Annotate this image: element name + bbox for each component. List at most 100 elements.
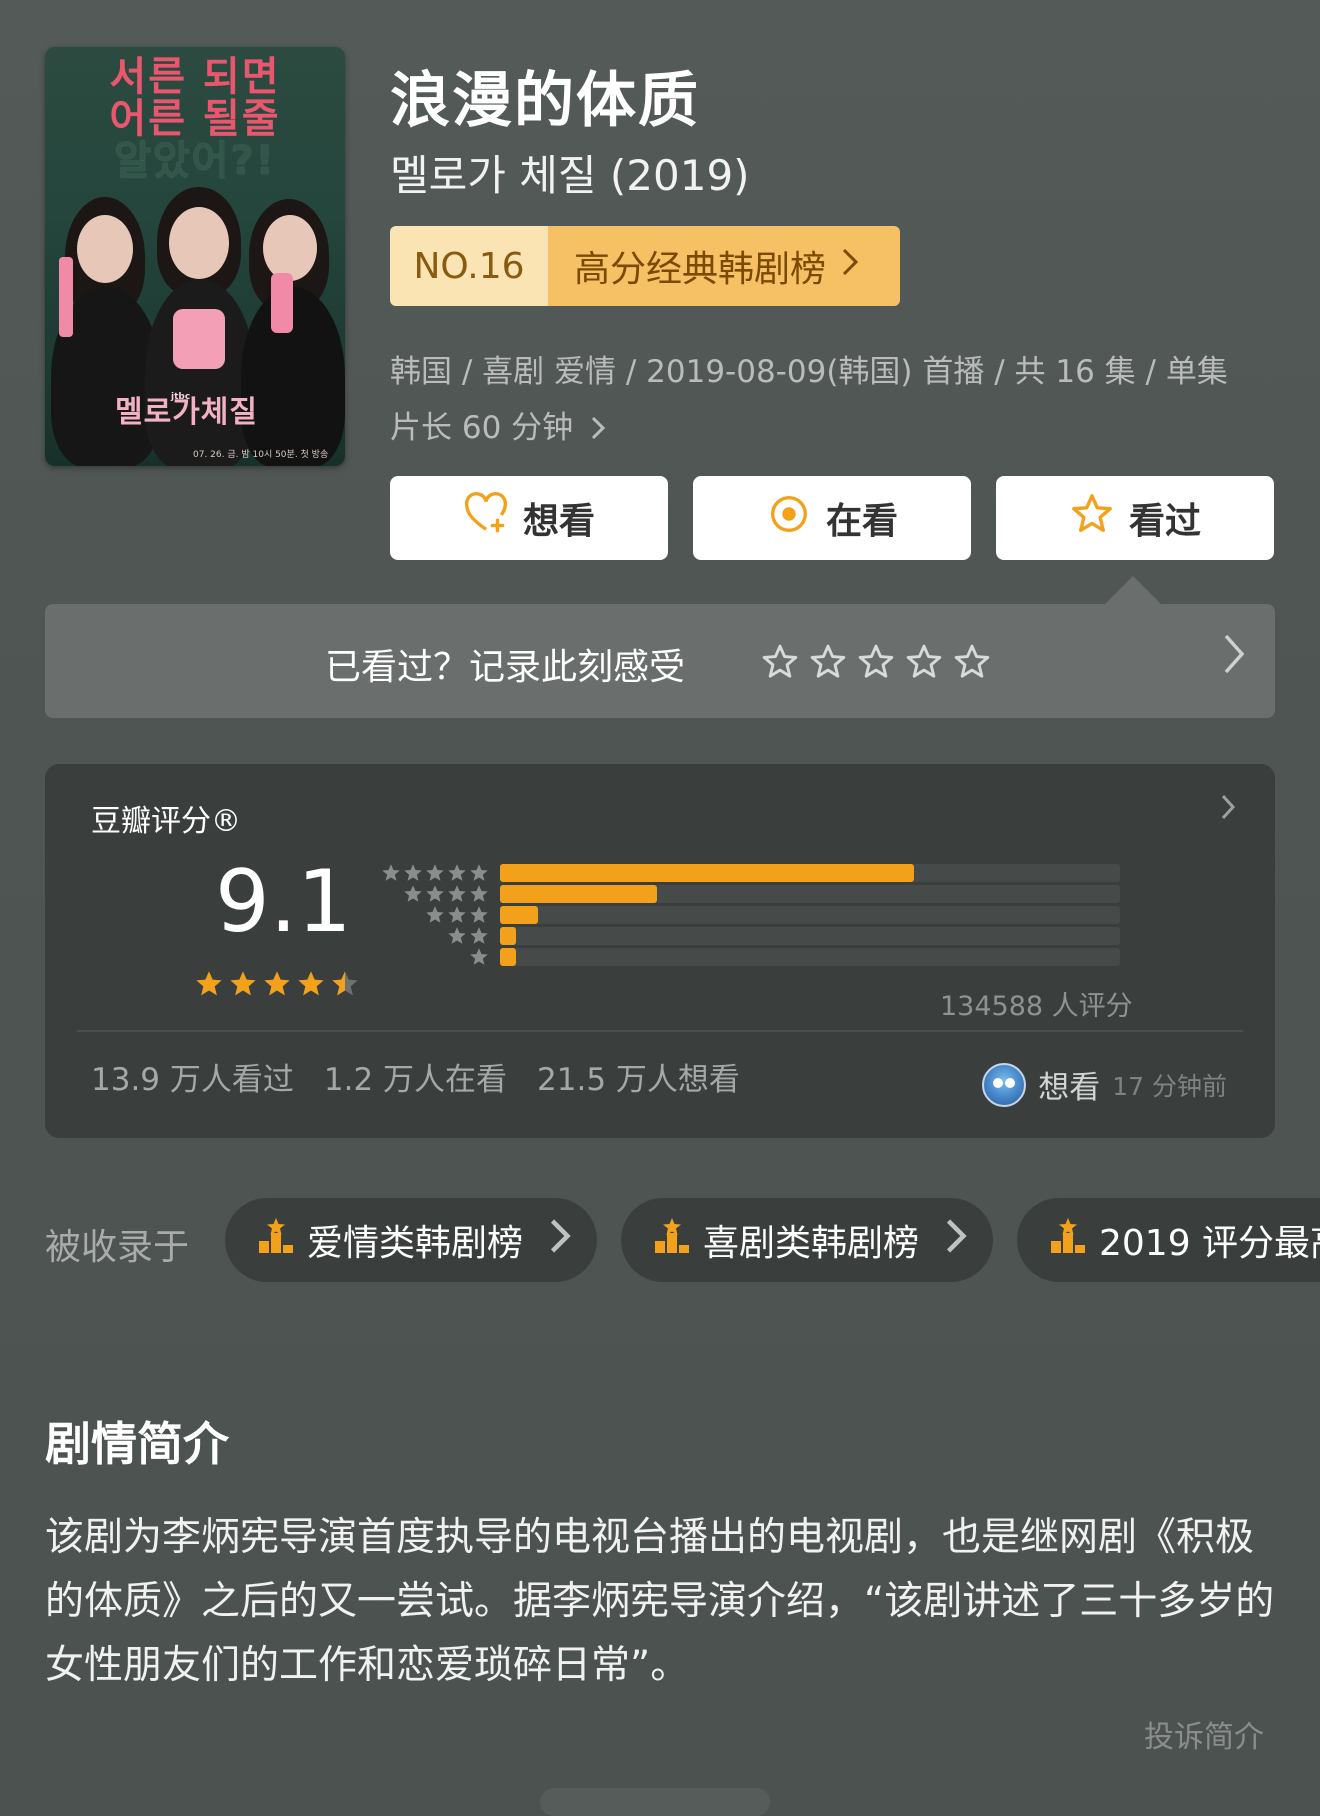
- activity-label: 想看: [1038, 1070, 1101, 1106]
- rate-prompt-bar[interactable]: 已看过？记录此刻感受: [45, 604, 1275, 718]
- poster-air-date: 07. 26. 금. 밤 10시 50분. 첫 방송: [193, 450, 329, 460]
- distribution-bar: [500, 948, 517, 966]
- activity-time: 17 分钟前: [1112, 1071, 1227, 1101]
- synopsis-title: 剧情简介: [45, 1417, 229, 1471]
- poster-figure-face: [263, 215, 317, 281]
- bubble-pointer: [1105, 576, 1161, 604]
- rate-stars[interactable]: [760, 642, 992, 682]
- star-filled-icon: [298, 971, 324, 996]
- distribution-bar: [500, 927, 517, 945]
- poster-image[interactable]: 서른 되면 어른 될줄 알았어?! jtbc 멜로가체질 07. 26. 금. …: [45, 47, 345, 466]
- chevron-right-icon: [1219, 790, 1237, 831]
- meta-line-1: 韩国 / 喜剧 爱情 / 2019-08-09(韩国) 首播 / 共 16 集 …: [390, 354, 1228, 390]
- target-icon: [766, 491, 812, 546]
- poster-tagline-3: 알았어?!: [114, 138, 276, 184]
- poster-pink-bottle: [271, 273, 293, 333]
- report-synopsis-link[interactable]: 投诉简介: [1144, 1712, 1264, 1756]
- star-half-icon: [332, 971, 358, 996]
- rank-number: NO.16: [390, 226, 548, 306]
- star-small-icon: [426, 864, 444, 881]
- star-small-icon: [470, 906, 488, 923]
- distribution-track: [500, 906, 1120, 924]
- star-outline-icon[interactable]: [904, 642, 944, 682]
- chevron-right-icon: [935, 1215, 977, 1266]
- chevron-right-icon: [840, 246, 860, 287]
- want-count: 21.5 万人想看: [537, 1062, 740, 1098]
- star-small-icon: [470, 948, 488, 965]
- collections-label: 被收录于: [45, 1227, 190, 1268]
- star-small-icon: [382, 864, 400, 881]
- distribution-row: [380, 883, 1120, 905]
- watch-stats: 13.9 万人看过 1.2 万人在看 21.5 万人想看: [91, 1054, 740, 1099]
- distribution-bar: [500, 885, 657, 903]
- meta-duration: 片长 60 分钟: [390, 410, 574, 446]
- distribution-track: [500, 927, 1120, 945]
- watched-label: 看过: [1128, 501, 1201, 542]
- want-to-watch-button[interactable]: 想看: [390, 476, 668, 560]
- star-small-icon: [470, 864, 488, 881]
- distribution-track: [500, 948, 1120, 966]
- rating-stars: [193, 968, 361, 1000]
- star-outline-icon[interactable]: [808, 642, 848, 682]
- collection-chip[interactable]: 喜剧类韩剧榜: [621, 1198, 993, 1282]
- ranking-icon: [255, 1215, 297, 1266]
- distribution-track: [500, 864, 1120, 882]
- star-outline-icon[interactable]: [760, 642, 800, 682]
- distribution-star-group: [446, 925, 490, 947]
- divider: [77, 1030, 1243, 1032]
- star-filled-icon: [230, 971, 256, 996]
- star-outline-icon[interactable]: [856, 642, 896, 682]
- poster-pink-gun: [59, 257, 73, 337]
- watched-button[interactable]: 看过: [996, 476, 1274, 560]
- star-small-icon: [404, 885, 422, 902]
- rater-count: 134588 人评分: [940, 991, 1133, 1022]
- ranking-icon: [1047, 1215, 1089, 1266]
- distribution-star-group: [402, 883, 490, 905]
- star-small-icon: [426, 885, 444, 902]
- original-title: 멜로가 체질 (2019): [390, 151, 750, 200]
- recent-activity[interactable]: 想看 17 分钟前: [982, 1062, 1227, 1107]
- watched-count: 13.9 万人看过: [91, 1062, 294, 1098]
- poster-figure-body: [241, 287, 345, 466]
- collection-chip[interactable]: 2019 评分最高: [1017, 1198, 1320, 1282]
- distribution-track: [500, 885, 1120, 903]
- rank-badge[interactable]: NO.16 高分经典韩剧榜: [390, 226, 900, 306]
- distribution-star-group: [380, 862, 490, 884]
- poster-figure-face: [77, 215, 133, 283]
- collection-name: 2019 评分最高: [1099, 1223, 1320, 1264]
- watching-count: 1.2 万人在看: [323, 1062, 508, 1098]
- watching-button[interactable]: 在看: [693, 476, 971, 560]
- chevron-right-icon: [539, 1215, 581, 1266]
- distribution-bar: [500, 906, 539, 924]
- meta-info[interactable]: 韩国 / 喜剧 爱情 / 2019-08-09(韩国) 首播 / 共 16 集 …: [390, 344, 1270, 456]
- poster-figure-body: [145, 279, 255, 466]
- collection-chip[interactable]: 爱情类韩剧榜: [225, 1198, 597, 1282]
- star-outline-icon[interactable]: [952, 642, 992, 682]
- meta-line-2: 片长 60 分钟: [390, 400, 1270, 456]
- star-small-icon: [426, 906, 444, 923]
- want-to-watch-label: 想看: [522, 501, 595, 542]
- star-small-icon: [448, 906, 466, 923]
- distribution-star-group: [424, 904, 490, 926]
- chevron-right-icon: [1221, 630, 1247, 690]
- synopsis-body: 该剧为李炳宪导演首度执导的电视台播出的电视剧，也是继网剧《积极的体质》之后的又一…: [45, 1515, 1275, 1688]
- poster-title: 멜로가체질: [115, 395, 258, 430]
- watching-label: 在看: [825, 501, 898, 542]
- distribution-row: [380, 904, 1120, 926]
- watermark: [540, 1788, 770, 1816]
- poster-tagline-2: 어른 될줄: [109, 96, 281, 142]
- star-small-icon: [448, 927, 466, 944]
- poster-pink-bag: [173, 309, 225, 369]
- collection-name: 爱情类韩剧榜: [307, 1223, 524, 1264]
- chevron-right-icon: [583, 410, 607, 446]
- star-filled-icon: [196, 971, 222, 996]
- distribution-row: [380, 925, 1120, 947]
- rating-card[interactable]: 豆瓣评分® 9.1 134588 人评分 13.9 万人看过 1.2 万人在看 …: [45, 764, 1275, 1138]
- rank-list-link: 高分经典韩剧榜: [548, 226, 900, 306]
- star-small-icon: [448, 885, 466, 902]
- collection-name: 喜剧类韩剧榜: [703, 1223, 920, 1264]
- star-outline-icon: [1069, 491, 1115, 546]
- rating-score: 9.1: [215, 852, 352, 952]
- distribution-row: [380, 948, 1120, 966]
- avatar: [982, 1062, 1027, 1107]
